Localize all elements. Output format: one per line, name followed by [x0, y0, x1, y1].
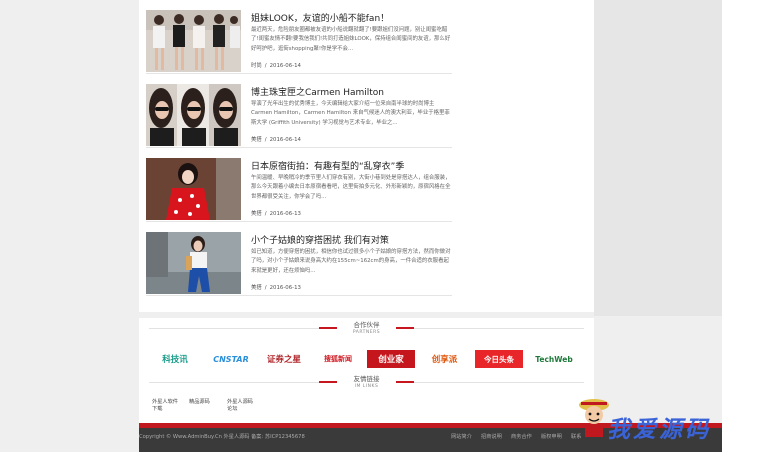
- article-item[interactable]: 日本原宿街拍：有趣有型的“乱穿衣”季 午间温暖、早晚稍冷的季节里人们穿衣有别，大…: [146, 148, 452, 222]
- friend-link[interactable]: 论坛: [227, 405, 237, 412]
- article-title[interactable]: 姐妹LOOK，友谊的小船不能fan！: [251, 11, 451, 24]
- article-meta: 美搭/2016-06-14: [251, 135, 301, 143]
- friend-link[interactable]: 外星人源码: [227, 398, 253, 405]
- article-thumbnail[interactable]: [146, 158, 241, 220]
- partner-logo-text: 搜狐新闻: [324, 355, 352, 363]
- article-date: 2016-06-14: [269, 63, 301, 69]
- separator: /: [264, 211, 267, 217]
- article-title[interactable]: 日本原宿街拍：有趣有型的“乱穿衣”季: [251, 159, 451, 172]
- partners-title: 合作伙伴: [353, 321, 380, 329]
- partner-logo[interactable]: 今日头条: [475, 350, 523, 368]
- footer-nav-link[interactable]: 网站简介: [451, 433, 472, 440]
- friend-links-title: 友情链接: [353, 375, 380, 383]
- friend-link[interactable]: 下载: [152, 405, 162, 412]
- separator: /: [264, 285, 267, 291]
- partner-logo-text: TechWeb: [535, 354, 573, 364]
- partner-logo[interactable]: 证券之星: [261, 350, 307, 368]
- partner-logo-text: 证券之星: [266, 355, 301, 365]
- article-item[interactable]: 姐妹LOOK，友谊的小船不能fan！ 最近两天，危险朋友圈都被友谊的小船说翻就翻…: [146, 0, 452, 74]
- article-meta: 时尚/2016-06-14: [251, 61, 301, 69]
- article-thumbnail[interactable]: [146, 10, 241, 72]
- partners-subtitle: PARTNERS: [352, 330, 381, 335]
- article-date: 2016-06-13: [269, 285, 301, 291]
- article-date: 2016-06-13: [269, 211, 301, 217]
- partner-logo-text: 创业家: [378, 355, 404, 365]
- friend-links-subtitle: IM LINKS: [354, 384, 379, 389]
- site-watermark: 我爱源码: [607, 416, 711, 443]
- partners-section: 合作伙伴 PARTNERS 科技讯 CNSTAR 证券之星 搜狐新闻 创业家 创…: [139, 318, 594, 423]
- partner-logo[interactable]: 科技讯: [150, 350, 200, 368]
- partner-logo[interactable]: 搜狐新闻: [313, 350, 363, 368]
- partner-logo[interactable]: CNSTAR: [206, 350, 256, 368]
- separator: /: [264, 137, 267, 143]
- article-item[interactable]: 小个子姑娘的穿搭困扰 我们有对策 如已知道，方便穿搭的困扰，相信你也试过很多小个…: [146, 222, 452, 296]
- article-meta: 美搭/2016-06-13: [251, 209, 301, 217]
- separator: /: [264, 63, 267, 69]
- article-summary: 最近两天，危险朋友圈都被友谊的小船说翻就翻了!要跟姐们没问题，别让闺蜜吃醋了!闺…: [251, 27, 451, 52]
- partner-logo[interactable]: 创业家: [367, 350, 415, 368]
- article-meta: 美搭/2016-06-13: [251, 283, 301, 291]
- footer-nav-link[interactable]: 版权申明: [541, 433, 562, 440]
- partner-logo-text: 科技讯: [162, 355, 188, 365]
- partner-logos: 科技讯 CNSTAR 证券之星 搜狐新闻 创业家 创享派 今日头条 TechWe…: [150, 350, 580, 368]
- article-category[interactable]: 美搭: [251, 211, 262, 217]
- friend-link[interactable]: 精品源码: [189, 398, 210, 405]
- footer-copyright: Copyright © Www.AdminBuy.Cn 外星人源码 备案: 苏I…: [139, 434, 305, 440]
- article-list: 姐妹LOOK，友谊的小船不能fan！ 最近两天，危险朋友圈都被友谊的小船说翻就翻…: [139, 0, 594, 312]
- article-thumbnail[interactable]: [146, 84, 241, 146]
- article-thumbnail[interactable]: [146, 232, 241, 294]
- partner-logo-text: CNSTAR: [213, 354, 249, 364]
- footer-nav-link[interactable]: 商务合作: [511, 433, 532, 440]
- article-title[interactable]: 小个子姑娘的穿搭困扰 我们有对策: [251, 233, 451, 246]
- partner-logo[interactable]: 创享派: [421, 350, 468, 368]
- friend-links-heading: 友情链接 IM LINKS: [139, 375, 594, 390]
- right-sidebar-background: [594, 0, 722, 316]
- article-item[interactable]: 博主珠宝匣之Carmen Hamilton 导演了光年出生的优秀博主，今天编辑给…: [146, 74, 452, 148]
- partner-logo-text: 今日头条: [484, 354, 514, 364]
- article-date: 2016-06-14: [269, 137, 301, 143]
- article-category[interactable]: 美搭: [251, 137, 262, 143]
- partner-logo[interactable]: TechWeb: [530, 350, 578, 368]
- page-right-margin: [722, 0, 757, 452]
- mascot-icon: [579, 399, 609, 437]
- article-summary: 如已知道，方便穿搭的困扰，相信你也试过很多小个子姑娘的穿搭方法，然而你做对了吗，…: [251, 249, 451, 274]
- footer-nav-link[interactable]: 招商说明: [481, 433, 502, 440]
- article-summary: 午间温暖、早晚稍冷的季节里人们穿衣有别，大街小巷到处是穿搭达人，组合服装，那么今…: [251, 175, 451, 200]
- partners-heading: 合作伙伴 PARTNERS: [139, 321, 594, 336]
- friend-link[interactable]: 外星人软件: [152, 398, 178, 405]
- article-title[interactable]: 博主珠宝匣之Carmen Hamilton: [251, 85, 451, 98]
- article-category[interactable]: 时尚: [251, 63, 262, 69]
- article-summary: 导演了光年出生的优秀博主，今天编辑给大家介绍一位来自南半球的时尚博主Carmen…: [251, 101, 450, 126]
- article-category[interactable]: 美搭: [251, 285, 262, 291]
- partner-logo-text: 创享派: [431, 355, 458, 365]
